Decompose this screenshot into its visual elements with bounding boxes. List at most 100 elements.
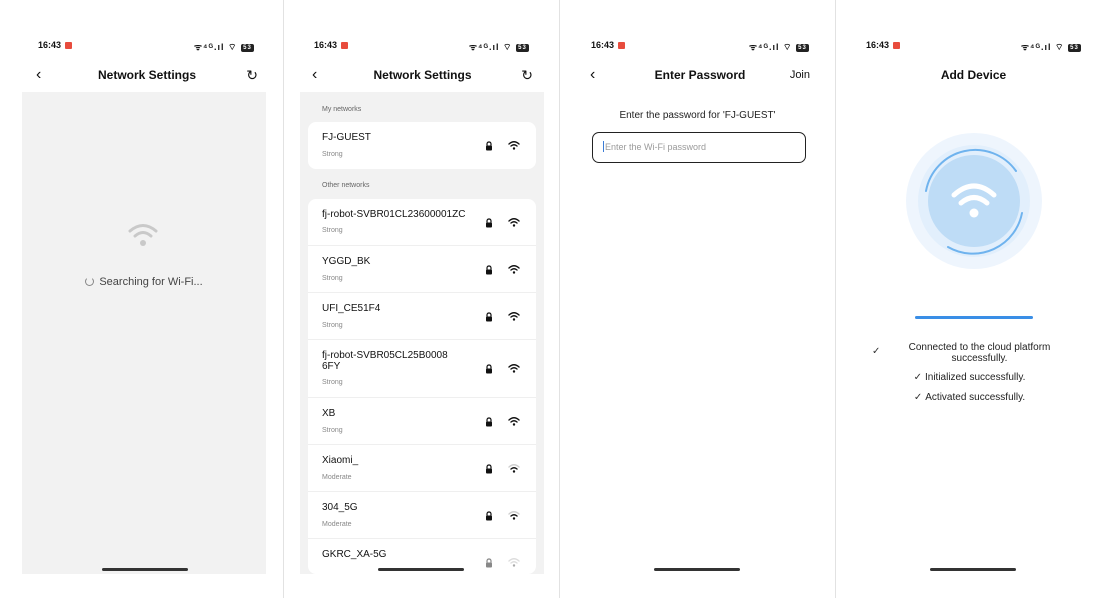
network-name: fj-robot-SVBR01CL23600001ZC (322, 209, 466, 220)
notification-icon (618, 42, 626, 50)
network-strength: Moderate (322, 521, 352, 528)
network-row[interactable]: fj-robot-SVBR01CL23600001ZC Strong (308, 199, 536, 246)
network-name: fj-robot-SVBR05CL25B00086FY (322, 350, 448, 372)
network-row[interactable]: YGGD_BK Strong (308, 246, 536, 293)
loading-spinner-icon (85, 277, 95, 286)
text-caret (603, 141, 604, 152)
notification-icon (893, 42, 901, 50)
status-bar: 16:43 ᯤ⁴ᴳ.ıl ⌔ 53 (38, 40, 254, 52)
check-icon: ✓ (913, 372, 922, 383)
network-name: UFI_CE51F4 (322, 303, 381, 314)
wifi-strong-icon (508, 312, 520, 321)
lock-icon (486, 417, 492, 427)
wifi-moderate-icon (508, 464, 520, 473)
refresh-button[interactable]: ↻ (521, 66, 533, 84)
home-indicator (654, 568, 740, 571)
wifi-strong-icon (508, 417, 520, 426)
system-icons: ᯤ⁴ᴳ.ıl ⌔ 53 (194, 40, 254, 53)
network-strength: Strong (322, 275, 343, 282)
wifi-strong-icon (508, 265, 520, 274)
refresh-button[interactable]: ↻ (246, 66, 258, 84)
lock-icon (486, 312, 492, 322)
wifi-strong-icon (508, 218, 520, 227)
wifi-moderate-icon (508, 511, 520, 520)
battery-icon: 53 (796, 43, 809, 52)
page-title: Enter Password (654, 68, 746, 82)
home-indicator (378, 568, 464, 571)
status-bar: 16:43 ᯤ⁴ᴳ.ıl ⌔ 53 (591, 40, 809, 52)
nav-bar: Add Device (866, 66, 1081, 86)
wifi-connecting-icon (906, 133, 1042, 269)
wifi-icon (128, 224, 158, 246)
network-row[interactable]: XB Strong (308, 398, 536, 445)
lock-icon (486, 141, 492, 151)
my-networks-label: My networks (322, 106, 362, 113)
battery-icon: 53 (241, 43, 254, 52)
network-strength: Strong (322, 427, 343, 434)
network-name: FJ-GUEST (322, 132, 371, 143)
system-icons: ᯤ⁴ᴳ.ıl ⌔ 53 (1021, 40, 1081, 53)
screen-enter-password: 16:43 ᯤ⁴ᴳ.ıl ⌔ 53 ‹ Enter Password Join … (560, 0, 835, 598)
network-strength: Strong (322, 322, 343, 329)
status-time: 16:43 (591, 40, 626, 50)
searching-status: Searching for Wi-Fi... (6, 276, 282, 288)
network-list-panel (22, 92, 266, 574)
screen-add-device: 16:43 ᯤ⁴ᴳ.ıl ⌔ 53 Add Device ✓ Connected… (836, 0, 1103, 598)
wifi-strong-icon (508, 364, 520, 373)
home-indicator (930, 568, 1016, 571)
notification-icon (341, 42, 349, 50)
status-time: 16:43 (38, 40, 73, 50)
network-name: XB (322, 408, 336, 419)
lock-icon (486, 265, 492, 275)
network-list-panel: My networks FJ-GUEST Strong Other networ… (300, 92, 544, 574)
network-row[interactable]: Xiaomi_ Moderate (308, 445, 536, 492)
wifi-weak-icon (508, 558, 520, 567)
password-prompt: Enter the password for 'FJ-GUEST' (619, 110, 776, 121)
lock-icon (486, 511, 492, 521)
check-icon: ✓ (872, 346, 881, 357)
status-time: 16:43 (866, 40, 901, 50)
nav-bar: ‹ Network Settings ↻ (36, 66, 258, 86)
network-strength: Moderate (322, 474, 352, 481)
join-button[interactable]: Join (790, 66, 810, 84)
screen-network-searching: 16:43 ᯤ⁴ᴳ.ıl ⌔ 53 ‹ Network Settings ↻ S… (6, 0, 282, 598)
nav-bar: ‹ Network Settings ↻ (312, 66, 533, 86)
network-row[interactable]: fj-robot-SVBR05CL25B00086FY Strong (308, 340, 536, 398)
page-title: Network Settings (97, 68, 196, 82)
system-icons: ᯤ⁴ᴳ.ıl ⌔ 53 (469, 40, 529, 53)
network-name: GKRC_XA-5G (322, 549, 387, 560)
progress-bar (915, 316, 1033, 319)
network-strength: Strong (322, 379, 343, 386)
other-networks-card: fj-robot-SVBR01CL23600001ZC Strong YGGD_… (308, 199, 536, 574)
network-row[interactable]: UFI_CE51F4 Strong (308, 293, 536, 340)
status-bar: 16:43 ᯤ⁴ᴳ.ıl ⌔ 53 (866, 40, 1081, 52)
system-icons: ᯤ⁴ᴳ.ıl ⌔ 53 (749, 40, 809, 53)
notification-icon (65, 42, 73, 50)
step-cloud-connected: ✓ Connected to the cloud platform succes… (872, 342, 1051, 364)
network-row[interactable]: 304_5G Moderate (308, 492, 536, 539)
status-time: 16:43 (314, 40, 349, 50)
step-initialized: ✓ Initialized successfully. (913, 372, 1026, 383)
password-input[interactable]: Enter the Wi-Fi password (592, 132, 806, 163)
battery-icon: 53 (1068, 43, 1081, 52)
wifi-strong-icon (508, 141, 520, 150)
network-row-fj-guest[interactable]: FJ-GUEST Strong (308, 122, 536, 169)
network-name: 304_5G (322, 502, 358, 513)
network-name: YGGD_BK (322, 256, 371, 267)
lock-icon (486, 558, 492, 568)
lock-icon (486, 464, 492, 474)
other-networks-label: Other networks (322, 182, 370, 189)
check-icon: ✓ (913, 392, 923, 403)
lock-icon (486, 218, 492, 228)
step-activated: ✓ Activated successfully. (913, 392, 1026, 403)
page-title: Network Settings (373, 68, 472, 82)
lock-icon (486, 364, 492, 374)
status-bar: 16:43 ᯤ⁴ᴳ.ıl ⌔ 53 (314, 40, 529, 52)
screen-network-list: 16:43 ᯤ⁴ᴳ.ıl ⌔ 53 ‹ Network Settings ↻ M… (284, 0, 559, 598)
network-strength: Strong (322, 227, 343, 234)
my-networks-card: FJ-GUEST Strong (308, 122, 536, 169)
network-strength: Strong (322, 151, 343, 158)
home-indicator (102, 568, 188, 571)
battery-icon: 53 (516, 43, 529, 52)
page-title: Add Device (940, 68, 1007, 82)
